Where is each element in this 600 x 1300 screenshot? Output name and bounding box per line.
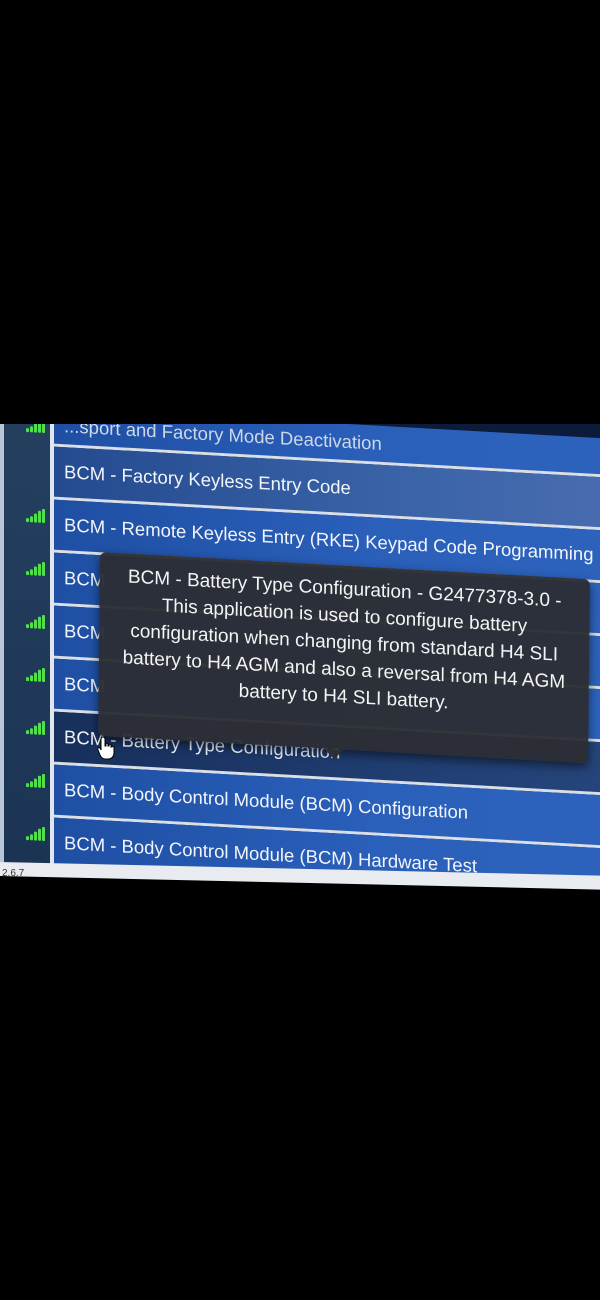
signal-strength-icon [26,667,46,683]
signal-strength-icon [26,826,46,842]
signal-strength-icon [26,720,46,736]
signal-strength-icon [26,614,46,630]
signal-column [4,424,54,876]
tooltip: BCM - Battery Type Configuration - G2477… [98,552,590,764]
hand-cursor-icon [97,736,115,760]
signal-strength-icon [26,508,46,524]
tooltip-text: BCM - Battery Type Configuration - G2477… [98,562,589,724]
signal-strength-icon [26,561,46,577]
signal-strength-icon [26,773,46,789]
page-number: 2.6.7 [2,868,25,879]
signal-strength-icon [26,424,46,434]
tooltip-pointer [323,748,345,760]
